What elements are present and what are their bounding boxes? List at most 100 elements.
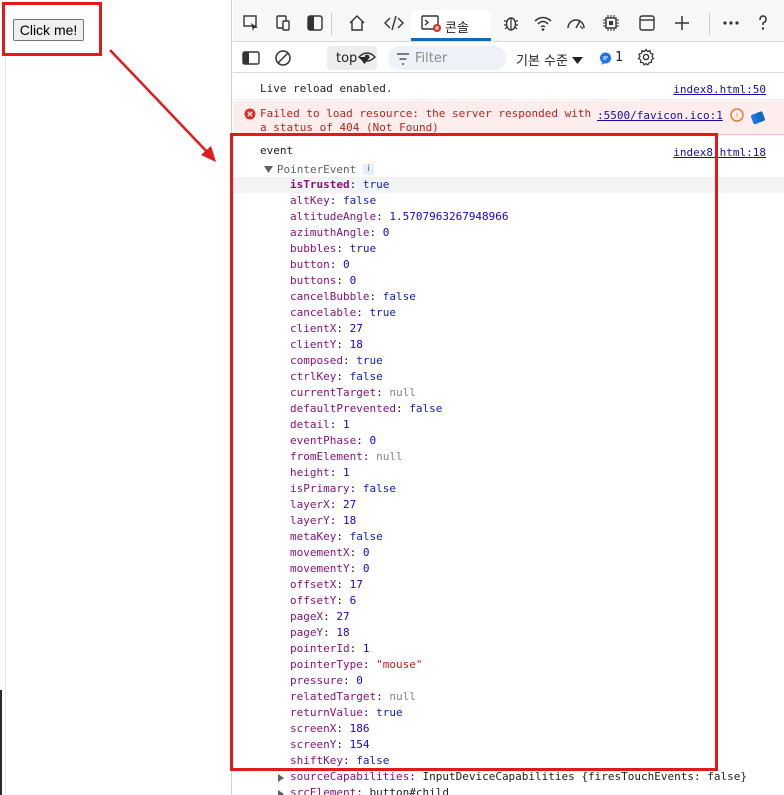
sources-bug-icon[interactable] [501, 13, 521, 33]
property-separator: : [336, 338, 350, 351]
property-value: true [349, 242, 377, 255]
console-settings-gear-icon[interactable] [636, 47, 656, 67]
copilot-explain-icon[interactable] [751, 111, 765, 128]
property-separator: : [376, 386, 390, 399]
property-value: 18 [349, 338, 363, 351]
property-separator: : [329, 258, 343, 271]
network-wifi-icon[interactable] [533, 13, 553, 33]
property-row: height: 1 [233, 465, 784, 481]
property-value: 18 [336, 626, 350, 639]
property-separator: : [342, 354, 357, 367]
issue-warning-icon[interactable]: ! [730, 108, 744, 125]
property-value: null [376, 450, 403, 463]
property-key: layerX [290, 498, 330, 511]
more-options-ellipsis-icon[interactable] [721, 13, 741, 33]
property-key: screenX [290, 722, 337, 735]
property-key: sourceCapabilities [290, 770, 410, 783]
property-separator: : [329, 194, 343, 207]
source-link[interactable]: index8.html:50 [673, 83, 766, 96]
event-source-link[interactable]: index8.html:18 [673, 146, 766, 159]
device-emulation-icon[interactable] [273, 13, 293, 33]
property-row: composed: true [233, 353, 784, 369]
property-separator: : [395, 402, 410, 415]
property-key: isTrusted [290, 178, 350, 191]
property-key: buttons [290, 274, 337, 287]
error-text: Failed to load resource: the server resp… [260, 107, 592, 134]
property-separator: : [369, 290, 383, 303]
property-separator: : [376, 210, 390, 223]
property-value: "mouse" [376, 658, 423, 671]
property-key: composed [290, 354, 343, 367]
property-separator: : [349, 482, 363, 495]
property-separator: : [323, 610, 337, 623]
filter-icon [396, 53, 410, 68]
property-separator: : [323, 626, 337, 639]
live-expression-icon[interactable] [358, 50, 376, 67]
property-row: isPrimary: false [233, 481, 784, 497]
property-separator: : [336, 738, 350, 751]
property-row[interactable]: srcElement: button#child [233, 785, 784, 795]
property-separator: : [362, 450, 377, 463]
help-question-icon[interactable] [753, 13, 773, 33]
property-value: true [362, 178, 390, 191]
property-row[interactable]: sourceCapabilities: InputDeviceCapabilit… [233, 769, 784, 785]
property-value: 0 [356, 674, 363, 687]
inspect-element-icon[interactable] [241, 13, 261, 33]
property-key: cancelable [290, 306, 357, 319]
property-row: pointerId: 1 [233, 641, 784, 657]
property-row: layerY: 18 [233, 513, 784, 529]
property-value: 1 [343, 418, 350, 431]
issues-chat-icon[interactable] [599, 52, 612, 68]
dock-side-icon[interactable] [305, 13, 325, 33]
error-source-link[interactable]: :5500/favicon.ico:1 [597, 109, 723, 122]
property-separator: : [329, 514, 343, 527]
property-row: currentTarget: null [233, 385, 784, 401]
property-separator: : [336, 722, 350, 735]
property-value: false [349, 530, 383, 543]
page-viewport: Click me! [0, 0, 232, 795]
welcome-home-icon[interactable] [347, 13, 367, 33]
info-badge[interactable]: i [363, 164, 375, 175]
object-root-toggle[interactable]: PointerEvent i [264, 162, 375, 176]
object-properties-list: isTrusted: true altKey: false altitudeAngl… [233, 177, 784, 795]
property-value: false [409, 402, 443, 415]
svg-text:!: ! [736, 112, 739, 120]
property-separator: : [349, 178, 363, 191]
property-value: false [362, 482, 396, 495]
property-value: 0 [349, 274, 357, 287]
expand-triangle-icon[interactable] [278, 790, 284, 795]
property-row: clientY: 18 [233, 337, 784, 353]
property-separator: : [356, 434, 370, 447]
property-value: true [376, 706, 403, 719]
property-key: screenY [290, 738, 337, 751]
performance-gauge-icon[interactable] [566, 13, 586, 33]
property-value: null [389, 386, 416, 399]
expand-triangle-icon[interactable] [278, 774, 284, 782]
property-row: relatedTarget: null [233, 689, 784, 705]
property-value: button#child [369, 786, 449, 795]
log-level-selector[interactable]: 기본 수준 [516, 50, 568, 69]
property-key: eventPhase [290, 434, 357, 447]
more-tools-plus-icon[interactable] [672, 13, 692, 33]
property-separator: : [329, 418, 343, 431]
property-separator: : [336, 322, 350, 335]
property-key: offsetY [290, 594, 337, 607]
application-window-icon[interactable] [637, 13, 657, 33]
show-sidebar-icon[interactable] [241, 48, 261, 68]
elements-code-icon[interactable] [384, 13, 404, 33]
property-key: detail [290, 418, 330, 431]
property-separator: : [342, 674, 357, 687]
memory-chip-icon[interactable] [601, 13, 621, 33]
property-row: pageX: 27 [233, 609, 784, 625]
property-value: 17 [349, 578, 363, 591]
annotation-highlight-button [2, 2, 102, 56]
property-key: shiftKey [290, 754, 343, 767]
property-row: pageY: 18 [233, 625, 784, 641]
property-value: 18 [343, 514, 357, 527]
property-separator: : [329, 498, 343, 511]
property-row: cancelable: true [233, 305, 784, 321]
property-row: pointerType: "mouse" [233, 657, 784, 673]
property-key: isPrimary [290, 482, 350, 495]
property-separator: : [349, 562, 363, 575]
clear-console-icon[interactable] [273, 48, 293, 68]
